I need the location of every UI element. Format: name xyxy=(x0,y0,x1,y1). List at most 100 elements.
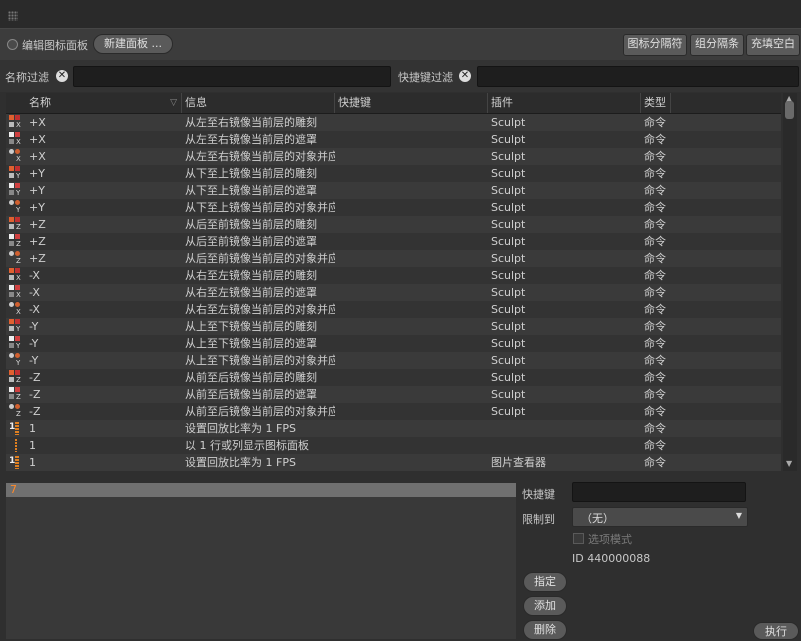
table-scrollbar[interactable]: ▲ ▼ xyxy=(783,93,797,471)
row-info: 从上至下镜像当前层的遮罩 xyxy=(185,337,317,350)
row-shortcut xyxy=(338,114,488,131)
table-row[interactable]: 1 1 设置回放比率为 1 FPS 命令 xyxy=(6,420,781,437)
table-row[interactable]: Y -Y 从上至下镜像当前层的遮罩 Sculpt 命令 xyxy=(6,335,781,352)
row-plugin: Sculpt xyxy=(491,235,526,248)
row-type: 命令 xyxy=(644,150,666,163)
column-header-shortcut[interactable]: 快捷键 xyxy=(335,93,488,113)
mirror-y-color-icon: Y xyxy=(9,166,24,181)
row-info: 从右至左镜像当前层的雕刻 xyxy=(185,269,317,282)
row-info: 从左至右镜像当前层的对象并应 xyxy=(185,150,335,163)
sort-arrow-icon: ▽ xyxy=(170,98,177,108)
filter-row: 名称过滤 ✕ 快捷键过滤 ✕ xyxy=(0,60,801,92)
table-row[interactable]: Y -Y 从上至下镜像当前层的对象并应 Sculpt 命令 xyxy=(6,352,781,369)
row-name: -X xyxy=(29,269,40,282)
table-row[interactable]: Z -Z 从前至后镜像当前层的雕刻 Sculpt 命令 xyxy=(6,369,781,386)
mirror-y-mask-icon: Y xyxy=(9,336,24,351)
column-header-plugin[interactable]: 插件 xyxy=(488,93,641,113)
table-row[interactable]: Y -Y 从上至下镜像当前层的雕刻 Sculpt 命令 xyxy=(6,318,781,335)
shortcut-input[interactable] xyxy=(572,482,746,502)
row-plugin: Sculpt xyxy=(491,303,526,316)
row-type: 命令 xyxy=(644,337,666,350)
row-info: 从上至下镜像当前层的对象并应 xyxy=(185,354,335,367)
shortcut-list[interactable] xyxy=(6,483,516,639)
scroll-down-icon[interactable]: ▼ xyxy=(786,459,792,468)
row-shortcut xyxy=(338,165,488,182)
row-name: +X xyxy=(29,150,46,163)
execute-button[interactable]: 执行 xyxy=(753,622,799,640)
restrict-to-label: 限制到 xyxy=(522,513,555,526)
column-header-info[interactable]: 信息 xyxy=(182,93,335,113)
table-row[interactable]: Z +Z 从后至前镜像当前层的对象并应 Sculpt 命令 xyxy=(6,250,781,267)
table-row[interactable]: Y +Y 从下至上镜像当前层的雕刻 Sculpt 命令 xyxy=(6,165,781,182)
row-name: -Z xyxy=(29,388,41,401)
icon-separator-button[interactable]: 图标分隔符 xyxy=(623,34,687,56)
table-row[interactable]: X -X 从右至左镜像当前层的雕刻 Sculpt 命令 xyxy=(6,267,781,284)
table-header: 名称 ▽ 信息 快捷键 插件 类型 xyxy=(6,93,781,114)
table-row[interactable]: Z -Z 从前至后镜像当前层的遮罩 Sculpt 命令 xyxy=(6,386,781,403)
option-mode-checkbox[interactable] xyxy=(573,533,584,544)
table-row[interactable]: X -X 从右至左镜像当前层的遮罩 Sculpt 命令 xyxy=(6,284,781,301)
row-plugin: Sculpt xyxy=(491,116,526,129)
table-row[interactable]: X +X 从左至右镜像当前层的雕刻 Sculpt 命令 xyxy=(6,114,781,131)
table-row[interactable]: Z -Z 从前至后镜像当前层的对象并应 Sculpt 命令 xyxy=(6,403,781,420)
row-type: 命令 xyxy=(644,269,666,282)
row-info: 以 1 行或列显示图标面板 xyxy=(185,439,309,452)
row-shortcut xyxy=(338,454,488,471)
add-button[interactable]: 添加 xyxy=(523,596,567,616)
edit-icon-panel-checkbox[interactable] xyxy=(7,39,18,50)
row-name: +X xyxy=(29,133,46,146)
shortcut-list-selected-item[interactable]: 7 xyxy=(6,483,516,497)
assign-button[interactable]: 指定 xyxy=(523,572,567,592)
row-plugin: Sculpt xyxy=(491,354,526,367)
row-name: -X xyxy=(29,286,40,299)
mirror-x-sphere-icon: X xyxy=(9,302,24,317)
column-header-type[interactable]: 类型 xyxy=(641,93,671,113)
row-type: 命令 xyxy=(644,456,666,469)
chevron-down-icon: ▼ xyxy=(735,511,742,520)
row-shortcut xyxy=(338,250,488,267)
shortcut-label: 快捷键 xyxy=(522,488,555,501)
table-row[interactable]: X +X 从左至右镜像当前层的遮罩 Sculpt 命令 xyxy=(6,131,781,148)
name-filter-input[interactable] xyxy=(73,66,391,87)
row-name: +Z xyxy=(29,252,46,265)
row-shortcut xyxy=(338,437,488,454)
table-row[interactable]: Y +Y 从下至上镜像当前层的对象并应 Sculpt 命令 xyxy=(6,199,781,216)
table-row[interactable]: Z +Z 从后至前镜像当前层的遮罩 Sculpt 命令 xyxy=(6,233,781,250)
table-row[interactable]: 1 1 设置回放比率为 1 FPS 图片查看器 命令 xyxy=(6,454,781,471)
mirror-z-mask-icon: Z xyxy=(9,387,24,402)
row-plugin xyxy=(491,437,641,454)
command-id: ID 440000088 xyxy=(572,552,651,565)
row-name: +Z xyxy=(29,235,46,248)
table-row[interactable]: X +X 从左至右镜像当前层的对象并应 Sculpt 命令 xyxy=(6,148,781,165)
table-row[interactable]: Y +Y 从下至上镜像当前层的遮罩 Sculpt 命令 xyxy=(6,182,781,199)
row-type: 命令 xyxy=(644,405,666,418)
new-panel-button[interactable]: 新建面板 ... xyxy=(93,34,173,54)
row-info: 从前至后镜像当前层的遮罩 xyxy=(185,388,317,401)
mirror-y-sphere-icon: Y xyxy=(9,200,24,215)
delete-button[interactable]: 删除 xyxy=(523,620,567,640)
mirror-x-color-icon: X xyxy=(9,115,24,130)
column-header-name[interactable]: 名称 ▽ xyxy=(26,93,182,113)
table-row[interactable]: 1 以 1 行或列显示图标面板 命令 xyxy=(6,437,781,454)
restrict-to-select[interactable]: （无） ▼ xyxy=(572,507,748,527)
table-row[interactable]: Z +Z 从后至前镜像当前层的雕刻 Sculpt 命令 xyxy=(6,216,781,233)
fill-space-button[interactable]: 充填空白 xyxy=(746,34,800,56)
table-row[interactable]: X -X 从右至左镜像当前层的对象并应 Sculpt 命令 xyxy=(6,301,781,318)
mirror-z-sphere-icon: Z xyxy=(9,251,24,266)
mirror-y-mask-icon: Y xyxy=(9,183,24,198)
row-shortcut xyxy=(338,301,488,318)
mirror-x-sphere-icon: X xyxy=(9,149,24,164)
row-info: 设置回放比率为 1 FPS xyxy=(185,456,296,469)
drag-grip-icon[interactable] xyxy=(8,11,18,21)
scroll-thumb[interactable] xyxy=(785,101,794,119)
row-info: 从后至前镜像当前层的遮罩 xyxy=(185,235,317,248)
clear-shortcut-filter-icon[interactable]: ✕ xyxy=(459,70,471,82)
row-name: +Z xyxy=(29,218,46,231)
mirror-y-color-icon: Y xyxy=(9,319,24,334)
clear-name-filter-icon[interactable]: ✕ xyxy=(56,70,68,82)
shortcut-filter-input[interactable] xyxy=(477,66,799,87)
row-info: 从下至上镜像当前层的遮罩 xyxy=(185,184,317,197)
group-separator-button[interactable]: 组分隔条 xyxy=(690,34,744,56)
row-type: 命令 xyxy=(644,218,666,231)
row-shortcut xyxy=(338,335,488,352)
